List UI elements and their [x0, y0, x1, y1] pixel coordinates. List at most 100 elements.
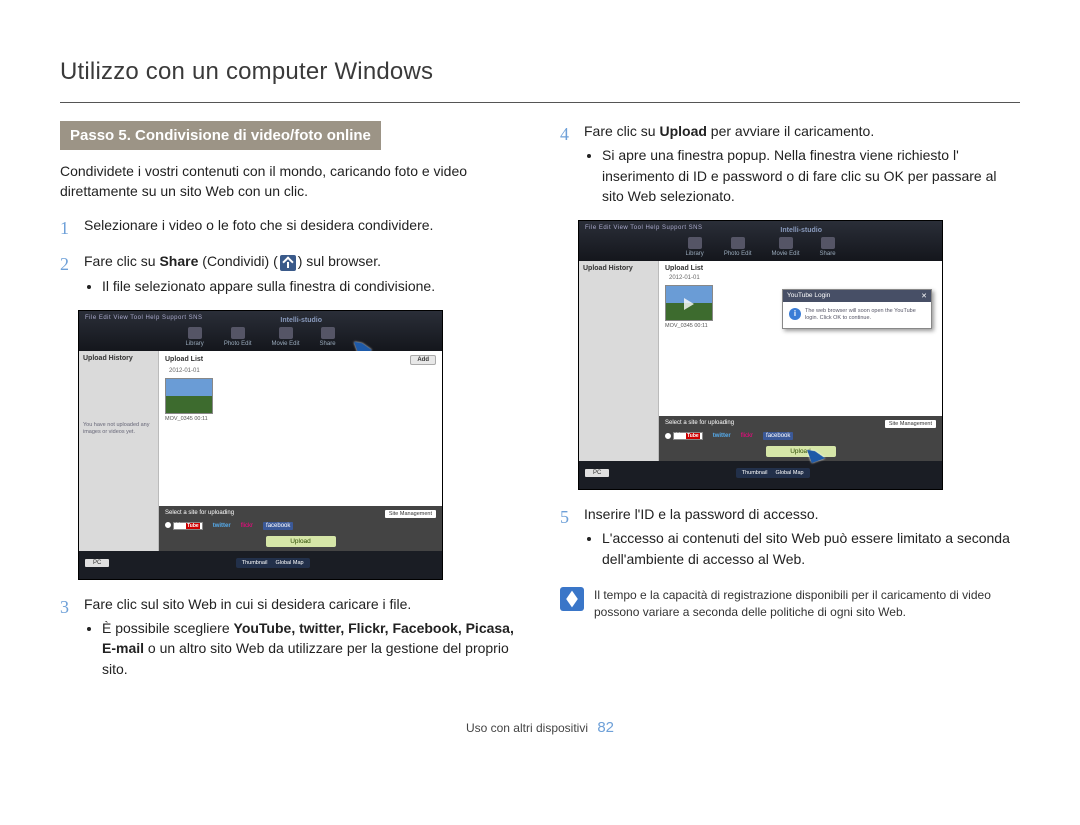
video-thumbnail	[165, 378, 213, 414]
app-toolbar: File Edit View Tool Help Support SNS Int…	[579, 221, 942, 261]
steps-right: 4 Fare clic su Upload per avviare il car…	[560, 121, 1020, 210]
steps-left-cont: 3 Fare clic sul sito Web in cui si desid…	[60, 594, 520, 683]
view-thumbnail: Thumbnail	[242, 560, 268, 566]
panel-hint: You have not uploaded any images or vide…	[83, 422, 154, 436]
bold-upload: Upload	[659, 123, 706, 139]
bold-share: Share	[159, 253, 198, 269]
two-column-layout: Passo 5. Condivisione di video/foto onli…	[60, 121, 1020, 693]
app-screenshot-2: File Edit View Tool Help Support SNS Int…	[578, 220, 943, 490]
title-divider	[60, 102, 1020, 103]
site-select-bar: Select a site for uploading Site Managem…	[659, 416, 942, 461]
step-1: 1 Selezionare i video o le foto che si d…	[60, 215, 520, 241]
app-screenshot-1: File Edit View Tool Help Support SNS Int…	[78, 310, 443, 580]
page-footer: Uso con altri dispositivi 82	[60, 719, 1020, 736]
cursor-pointer-icon	[809, 447, 827, 465]
pc-label: PC	[85, 559, 109, 567]
share-icon	[280, 255, 296, 271]
view-thumbnail: Thumbnail	[742, 470, 768, 476]
upload-list-panel: Upload List 2012-01-01 MOV_0345 00:11 Yo…	[659, 261, 942, 461]
step-2: 2 Fare clic su Share (Condividi) ( ) sul …	[60, 251, 520, 300]
step-text: Selezionare i video o le foto che si des…	[84, 215, 520, 235]
step-bullet: L'accesso ai contenuti del sito Web può …	[602, 528, 1020, 569]
site-flickr: flickr	[241, 523, 253, 529]
text-fragment: (Condividi) (	[198, 253, 277, 269]
photo-edit-icon	[231, 327, 245, 339]
list-header: Upload List	[165, 356, 203, 363]
step-number: 1	[60, 215, 74, 241]
app-menu: File Edit View Tool Help Support SNS	[85, 315, 203, 321]
site-youtube: YouTube	[165, 522, 203, 530]
library-icon	[188, 327, 202, 339]
site-select-bar: Select a site for uploading Site Managem…	[159, 506, 442, 551]
text-fragment: ) sul browser.	[298, 253, 381, 269]
add-button: Add	[410, 355, 436, 365]
note-box: Il tempo e la capacità di registrazione …	[560, 587, 1020, 621]
list-header-row: Upload List	[665, 265, 936, 272]
file-name: MOV_0345 00:11	[165, 416, 436, 422]
tab-photo-edit: Photo Edit	[224, 327, 252, 347]
upload-list-panel: Upload List Add 2012-01-01 MOV_0345 00:1…	[159, 351, 442, 551]
footer-section: Uso con altri dispositivi	[466, 721, 588, 735]
movie-edit-icon	[279, 327, 293, 339]
view-mode-toggle: Thumbnail Global Map	[236, 558, 310, 568]
pc-label: PC	[585, 469, 609, 477]
share-tab-icon	[321, 327, 335, 339]
panel-header: Upload History	[83, 355, 154, 362]
step-text: Fare clic su Upload per avviare il caric…	[584, 121, 1020, 141]
app-brand: Intelli-studio	[780, 227, 822, 234]
text-fragment: per avviare il caricamento.	[707, 123, 874, 139]
tab-photo-edit: Photo Edit	[724, 237, 752, 257]
app-menu: File Edit View Tool Help Support SNS	[585, 225, 703, 231]
step-number: 5	[560, 504, 574, 573]
intro-text: Condividete i vostri contenuti con il mo…	[60, 162, 520, 201]
share-tab-icon	[821, 237, 835, 249]
list-date: 2012-01-01	[669, 275, 936, 281]
right-column: 4 Fare clic su Upload per avviare il car…	[560, 121, 1020, 693]
left-column: Passo 5. Condivisione di video/foto onli…	[60, 121, 520, 693]
step-bullet: Il file selezionato appare sulla finestr…	[102, 276, 520, 296]
dialog-message: The web browser will soon open the YouTu…	[805, 308, 925, 322]
tab-library: Library	[685, 237, 703, 257]
view-global-map: Global Map	[775, 470, 803, 476]
dialog-body: i The web browser will soon open the You…	[787, 306, 927, 324]
text-fragment: Fare clic su	[584, 123, 659, 139]
site-twitter: twitter	[213, 523, 231, 529]
step-number: 2	[60, 251, 74, 300]
upload-history-panel: Upload History	[579, 261, 659, 461]
sitebar-title: Select a site for uploading	[165, 510, 234, 518]
app-brand: Intelli-studio	[280, 317, 322, 324]
site-management-button: Site Management	[885, 420, 936, 428]
tab-library: Library	[185, 327, 203, 347]
site-youtube: YouTube	[665, 432, 703, 440]
step-header: Passo 5. Condivisione di video/foto onli…	[60, 121, 381, 150]
note-text: Il tempo e la capacità di registrazione …	[594, 587, 1020, 621]
upload-history-panel: Upload History You have not uploaded any…	[79, 351, 159, 551]
step-text: Inserire l'ID e la password di accesso.	[584, 504, 1020, 524]
list-header-row: Upload List Add	[165, 355, 436, 365]
site-facebook: facebook	[263, 522, 293, 530]
site-flickr: flickr	[741, 433, 753, 439]
tab-movie-edit: Movie Edit	[272, 327, 300, 347]
page-title: Utilizzo con un computer Windows	[60, 58, 1020, 86]
app-body: Upload History You have not uploaded any…	[79, 351, 442, 551]
step-text: Fare clic su Share (Condividi) ( ) sul br…	[84, 251, 520, 271]
photo-edit-icon	[731, 237, 745, 249]
close-icon: ✕	[921, 292, 927, 300]
step-text: Fare clic sul sito Web in cui si desider…	[84, 594, 520, 614]
sitebar-title: Select a site for uploading	[665, 420, 734, 428]
list-date: 2012-01-01	[169, 368, 436, 374]
movie-edit-icon	[779, 237, 793, 249]
app-body: Upload History Upload List 2012-01-01 MO…	[579, 261, 942, 461]
text-fragment: È possibile scegliere	[102, 620, 234, 636]
note-icon	[560, 587, 584, 611]
manual-page: Utilizzo con un computer Windows Passo 5…	[0, 0, 1080, 756]
view-global-map: Global Map	[275, 560, 303, 566]
steps-right-cont: 5 Inserire l'ID e la password di accesso…	[560, 504, 1020, 573]
step-3: 3 Fare clic sul sito Web in cui si desid…	[60, 594, 520, 683]
panel-header: Upload History	[583, 265, 654, 272]
view-mode-toggle: Thumbnail Global Map	[736, 468, 810, 478]
text-fragment: Fare clic su	[84, 253, 159, 269]
app-toolbar: File Edit View Tool Help Support SNS Int…	[79, 311, 442, 351]
steps-left: 1 Selezionare i video o le foto che si d…	[60, 215, 520, 300]
app-footer: PC Thumbnail Global Map	[79, 551, 442, 575]
